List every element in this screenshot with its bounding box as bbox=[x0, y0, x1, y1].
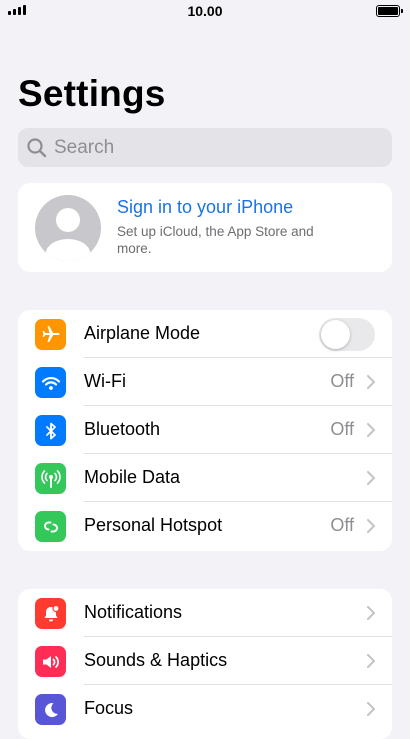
sign-in-subtitle: Set up iCloud, the App Store and more. bbox=[117, 224, 314, 256]
airplane-icon bbox=[35, 319, 66, 350]
settings-row-wifi[interactable]: Wi-Fi Off bbox=[18, 358, 392, 406]
person-icon bbox=[35, 195, 101, 261]
row-value: Off bbox=[330, 419, 354, 439]
bluetooth-icon bbox=[35, 415, 66, 446]
status-time: 10.00 bbox=[187, 3, 223, 19]
moon-icon bbox=[35, 694, 66, 725]
chevron-right-icon bbox=[367, 471, 375, 485]
settings-row-bluetooth[interactable]: Bluetooth Off bbox=[18, 406, 392, 454]
row-label: Personal Hotspot bbox=[84, 515, 223, 535]
chevron-right-icon bbox=[367, 606, 375, 620]
row-label: Sounds & Haptics bbox=[84, 650, 228, 670]
airplane-mode-toggle[interactable] bbox=[319, 318, 375, 351]
battery-icon bbox=[376, 5, 403, 17]
sign-in-card[interactable]: Sign in to your iPhone Set up iCloud, th… bbox=[18, 183, 392, 272]
row-value: Off bbox=[330, 515, 354, 535]
row-value: Off bbox=[330, 371, 354, 391]
page-title: Settings bbox=[18, 73, 166, 114]
settings-row-focus[interactable]: Focus bbox=[18, 685, 392, 733]
row-label: Airplane Mode bbox=[84, 323, 201, 343]
status-bar: 10.00 bbox=[0, 0, 410, 24]
row-label: Focus bbox=[84, 698, 134, 718]
settings-row-personal-hotspot[interactable]: Personal Hotspot Off bbox=[18, 502, 392, 550]
wifi-icon bbox=[35, 367, 66, 398]
settings-row-notifications[interactable]: Notifications bbox=[18, 589, 392, 637]
row-label: Notifications bbox=[84, 602, 183, 622]
settings-row-mobile-data[interactable]: Mobile Data bbox=[18, 454, 392, 502]
sign-in-title[interactable]: Sign in to your iPhone bbox=[117, 197, 293, 218]
system-group: Notifications Sounds & Haptics Focus bbox=[18, 589, 392, 739]
hotspot-icon bbox=[35, 511, 66, 542]
chevron-right-icon bbox=[367, 702, 375, 716]
chevron-right-icon bbox=[367, 519, 375, 533]
speaker-icon bbox=[35, 646, 66, 677]
chevron-right-icon bbox=[367, 375, 375, 389]
row-label: Wi-Fi bbox=[84, 371, 126, 391]
settings-row-airplane-mode[interactable]: Airplane Mode bbox=[18, 310, 392, 358]
search-icon bbox=[27, 137, 47, 157]
chevron-right-icon bbox=[367, 423, 375, 437]
notification-bell-icon bbox=[35, 598, 66, 629]
search-field[interactable]: Search bbox=[18, 128, 392, 167]
row-label: Mobile Data bbox=[84, 467, 181, 487]
settings-row-sounds-haptics[interactable]: Sounds & Haptics bbox=[18, 637, 392, 685]
row-label: Bluetooth bbox=[84, 419, 161, 439]
antenna-icon bbox=[35, 463, 66, 494]
connectivity-group: Airplane Mode Wi-Fi Off Bluetooth Off Mo… bbox=[18, 310, 392, 551]
search-placeholder: Search bbox=[54, 136, 115, 158]
chevron-right-icon bbox=[367, 654, 375, 668]
